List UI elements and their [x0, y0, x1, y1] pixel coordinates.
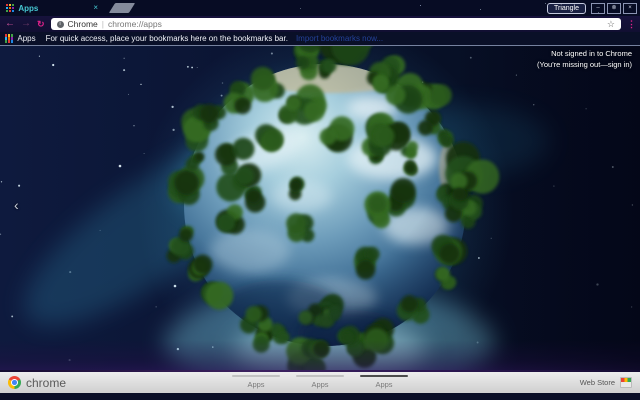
url-chip-label: Chrome: [67, 19, 98, 29]
new-tab-page-background: Not signed in to Chrome (You're missing …: [0, 46, 640, 370]
import-bookmarks-link[interactable]: Import bookmarks now...: [296, 34, 383, 43]
reload-icon[interactable]: ↻: [37, 19, 45, 29]
page-indicator: [296, 375, 344, 377]
signin-line1: Not signed in to Chrome: [551, 49, 632, 58]
theme-stars-decoration: [420, 5, 421, 6]
page-info-icon[interactable]: i: [56, 20, 64, 28]
page-indicator: [232, 375, 280, 377]
web-store-icon: [620, 377, 632, 388]
tab-strip: Apps × Triangle – ⊗ ×: [0, 0, 640, 16]
toolbar: ← → ↻ i Chrome | chrome://apps ☆ ⋮: [0, 16, 640, 32]
page-label: Apps: [311, 380, 329, 389]
bookmarks-apps-shortcut[interactable]: Apps: [5, 34, 36, 43]
tab-label: Apps: [18, 3, 39, 13]
signin-link[interactable]: (You're missing out—sign in): [537, 60, 632, 71]
profile-badge[interactable]: Triangle: [546, 2, 586, 14]
new-tab-button[interactable]: [108, 3, 136, 13]
page-label: Apps: [247, 380, 265, 389]
restore-icon[interactable]: ⊗: [607, 2, 621, 14]
url-chip-separator: |: [101, 19, 104, 29]
bookmarks-hint-text: For quick access, place your bookmarks h…: [45, 34, 288, 43]
bookmarks-apps-label: Apps: [17, 34, 36, 43]
address-bar[interactable]: i Chrome | chrome://apps ☆: [50, 18, 621, 30]
apps-grid-icon: [6, 3, 15, 13]
app-launcher-bar: chrome Apps Apps Apps Web Store: [0, 372, 640, 393]
page-back-chevron-icon[interactable]: ‹: [14, 198, 19, 212]
launcher-page-3[interactable]: Apps: [360, 375, 408, 389]
signin-notice: Not signed in to Chrome (You're missing …: [537, 49, 632, 70]
tab-apps[interactable]: Apps ×: [0, 0, 104, 16]
launcher-page-1[interactable]: Apps: [232, 375, 280, 389]
chrome-brand: chrome: [8, 376, 66, 390]
close-icon[interactable]: ×: [623, 2, 637, 14]
web-store-link[interactable]: Web Store: [580, 377, 632, 388]
bookmark-star-icon[interactable]: ☆: [607, 19, 615, 29]
chrome-logo-icon: [8, 376, 21, 389]
minimize-icon[interactable]: –: [591, 2, 605, 14]
web-store-label: Web Store: [579, 378, 615, 387]
forward-icon[interactable]: →: [21, 19, 31, 29]
browser-window: Apps × Triangle – ⊗ × ← → ↻ i Chrome | c…: [0, 0, 640, 400]
launcher-page-switcher: Apps Apps Apps: [232, 375, 408, 389]
apps-grid-icon: [5, 34, 14, 43]
page-indicator: [360, 375, 408, 377]
planet-wallpaper: [0, 46, 640, 370]
window-controls: – ⊗ ×: [591, 2, 637, 14]
browser-menu-icon[interactable]: ⋮: [627, 19, 636, 29]
launcher-page-2[interactable]: Apps: [296, 375, 344, 389]
window-bottom-frame: [0, 393, 640, 400]
bookmarks-bar: Apps For quick access, place your bookma…: [0, 32, 640, 46]
tab-close-icon[interactable]: ×: [93, 4, 98, 12]
back-icon[interactable]: ←: [5, 19, 15, 29]
url-text: chrome://apps: [108, 19, 162, 29]
chrome-brand-label: chrome: [26, 375, 67, 390]
page-label: Apps: [375, 380, 393, 389]
